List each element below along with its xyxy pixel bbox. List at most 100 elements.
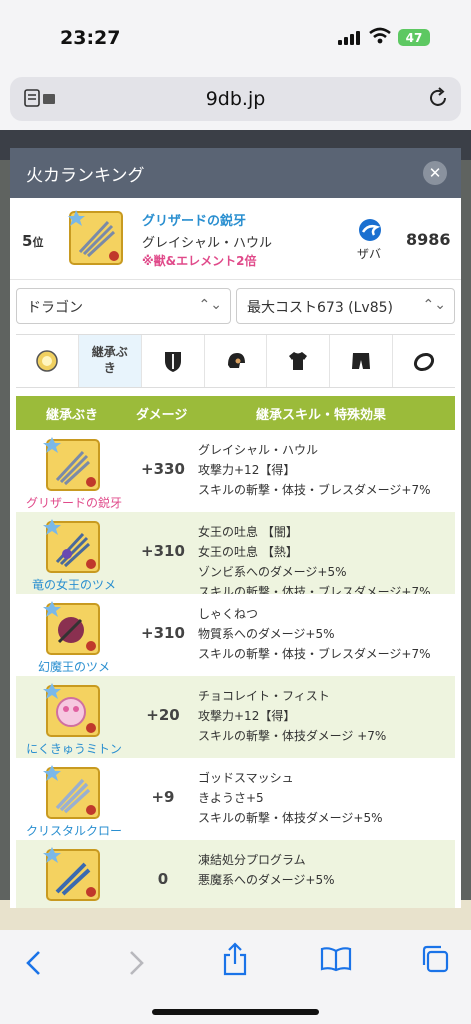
weapon-icon <box>43 847 100 901</box>
close-icon: ✕ <box>428 164 442 182</box>
rank-number: 5 <box>22 232 33 250</box>
address-bar[interactable]: 9db.jp <box>10 77 461 121</box>
chevron-updown-icon: ⌃⌄ <box>198 297 222 313</box>
share-icon[interactable] <box>220 942 250 976</box>
rank-label: 5位 <box>22 232 43 250</box>
orb-icon <box>36 350 58 372</box>
weapon-icon <box>43 683 100 737</box>
tab-inherit-weapon[interactable]: 継承ぶき <box>78 335 142 387</box>
weapon-skills: 女王の吐息 【闇】 女王の吐息 【熱】 ゾンビ系へのダメージ+5% スキルの斬撃・体技… <box>198 522 431 602</box>
weapon-damage: +20 <box>146 706 180 724</box>
monster-select-value: ドラゴン <box>27 300 83 316</box>
battery-level: 47 <box>405 30 423 45</box>
url-text: 9db.jp <box>205 88 266 110</box>
shirt-icon <box>289 352 308 370</box>
top-item-damage: 8986 <box>406 230 451 249</box>
tab-legs[interactable] <box>330 335 394 387</box>
home-indicator <box>152 1009 319 1015</box>
skill-line: しゃくねつ <box>198 607 259 621</box>
weapon-icon <box>43 437 100 491</box>
skill-line: 攻撃力+12【得】 <box>198 463 296 477</box>
skill-line: 凍結処分プログラム <box>198 853 306 867</box>
skill-line: 悪魔系へのダメージ+5% <box>198 873 335 887</box>
table-row[interactable]: グリザードの鋭牙 +330 グレイシャル・ハウル 攻撃力+12【得】スキルの斬撃・体技… <box>16 430 455 512</box>
tab-shield[interactable] <box>142 335 205 387</box>
wifi-icon <box>369 27 391 44</box>
weapon-name[interactable]: にくきゅうミトン <box>16 740 132 757</box>
weapon-name[interactable]: クリスタルクロー <box>16 822 132 839</box>
weapon-skills: ゴッドスマッシュ きようさ+5 スキルの斬撃・体技ダメージ+5% <box>198 768 383 828</box>
modal-title: 火カランキング <box>26 165 145 186</box>
weapon-damage: 0 <box>157 870 169 888</box>
ranking-modal: 火カランキング ✕ 5位 グリザードの鋭牙 グレイシャル・ハウル ※獣&エレメン… <box>10 148 461 908</box>
weapon-name[interactable]: グリザードの鋭牙 <box>16 494 132 511</box>
weapon-damage: +310 <box>141 624 185 642</box>
weapon-name[interactable]: 幻魔王のツメ <box>16 658 132 675</box>
top-ranked-item[interactable]: 5位 グリザードの鋭牙 グレイシャル・ハウル ※獣&エレメント2倍 ザバ 898… <box>10 198 461 280</box>
skill-line: スキルの斬撃・体技・ブレスダメージ+7% <box>198 647 431 661</box>
signal-icon <box>338 31 360 45</box>
header-skills: 継承スキル・特殊効果 <box>256 408 387 423</box>
bookmarks-icon[interactable] <box>320 946 352 972</box>
modal-header: 火カランキング ✕ <box>10 148 461 198</box>
weapon-icon <box>43 519 100 573</box>
header-weapon: 継承ぶき <box>46 408 99 423</box>
table-row[interactable]: 幻魔王のツメ +310 しゃくねつ物質系へのダメージ+5% スキルの斬撃・体技・ブレス… <box>16 594 455 676</box>
top-item-name: グリザードの鋭牙 <box>142 214 247 229</box>
ranking-table: グリザードの鋭牙 +330 グレイシャル・ハウル 攻撃力+12【得】 スキルの斬撃・体技… <box>16 430 455 908</box>
ring-icon <box>414 352 435 372</box>
weapon-skills: 凍結処分プログラム悪魔系へのダメージ+5% <box>198 850 335 890</box>
weapon-skills: しゃくねつ物質系へのダメージ+5% スキルの斬撃・体技・ブレスダメージ+7% <box>198 604 431 664</box>
weapon-name[interactable]: 竜の女王のツメ <box>16 576 132 593</box>
chevron-updown-icon: ⌃⌄ <box>422 297 446 313</box>
skill-line: チョコレイト・フィスト <box>198 689 330 703</box>
weapon-damage: +330 <box>141 460 185 478</box>
tab-head[interactable] <box>205 335 268 387</box>
skill-line: スキルの斬撃・体技・ブレスダメージ+7% <box>198 483 431 497</box>
shield-icon <box>164 352 181 372</box>
table-row[interactable]: 竜の女王のツメ +310 女王の吐息 【闇】 女王の吐息 【熱】ゾンビ系へのダメージ+… <box>16 512 455 599</box>
tab-body[interactable] <box>267 335 331 387</box>
skill-line: スキルの斬撃・体技ダメージ +7% <box>198 729 387 743</box>
weapon-damage: +310 <box>141 542 185 560</box>
skill-line: スキルの斬撃・体技ダメージ+5% <box>198 811 383 825</box>
skill-line: グレイシャル・ハウル <box>198 443 319 457</box>
skill-line: 女王の吐息 【熱】 <box>198 545 298 559</box>
claw-weapon-icon <box>68 210 123 265</box>
tabs-icon[interactable] <box>420 944 450 974</box>
rank-suffix: 位 <box>32 236 44 249</box>
skill-line: ゾンビ系へのダメージ+5% <box>198 565 347 579</box>
skill-line: 物質系へのダメージ+5% <box>198 627 335 641</box>
cost-select[interactable]: 最大コスト673 (Lv85) ⌃⌄ <box>236 288 455 324</box>
skill-line: 攻撃力+12【得】 <box>198 709 296 723</box>
cost-select-value: 最大コスト673 (Lv85) <box>247 300 393 316</box>
pants-icon <box>352 353 371 369</box>
table-row[interactable]: にくきゅうミトン +20 チョコレイト・フィスト 攻撃力+12【得】スキルの斬撃・体技… <box>16 676 455 758</box>
weapon-icon <box>43 765 100 819</box>
clock: 23:27 <box>60 27 121 49</box>
weapon-skills: グレイシャル・ハウル 攻撃力+12【得】スキルの斬撃・体技・ブレスダメージ+7% <box>198 440 431 500</box>
weapon-icon <box>43 601 100 655</box>
weapon-damage: +9 <box>151 788 175 806</box>
table-row[interactable]: クリスタルクロー +9 ゴッドスマッシュ きようさ+5 スキルの斬撃・体技ダメージ+5% <box>16 758 455 840</box>
skill-line: きようさ+5 <box>198 791 264 805</box>
reload-icon[interactable] <box>427 87 449 109</box>
tab-accessory-top[interactable] <box>16 335 79 387</box>
status-bar: 23:27 47 <box>0 0 471 78</box>
close-button[interactable]: ✕ <box>423 161 447 185</box>
header-damage: ダメージ <box>136 408 188 423</box>
skill-line: 女王の吐息 【闇】 <box>198 525 298 539</box>
monster-select[interactable]: ドラゴン ⌃⌄ <box>16 288 231 324</box>
back-icon[interactable] <box>22 948 46 978</box>
table-row[interactable]: 0 凍結処分プログラム悪魔系へのダメージ+5% <box>16 840 455 908</box>
water-element-icon <box>359 219 381 241</box>
weapon-skills: チョコレイト・フィスト 攻撃力+12【得】スキルの斬撃・体技ダメージ +7% <box>198 686 386 746</box>
skill-line: ゴッドスマッシュ <box>198 771 294 785</box>
equipment-tabs: 継承ぶき <box>16 334 455 388</box>
tab-accessory[interactable] <box>393 335 455 387</box>
helmet-icon <box>227 353 245 368</box>
top-item-note: ※獣&エレメント2倍 <box>142 254 257 268</box>
top-item-skill: グレイシャル・ハウル <box>142 236 273 251</box>
forward-icon[interactable] <box>124 948 148 978</box>
table-header: 継承ぶき ダメージ 継承スキル・特殊効果 <box>16 396 455 430</box>
